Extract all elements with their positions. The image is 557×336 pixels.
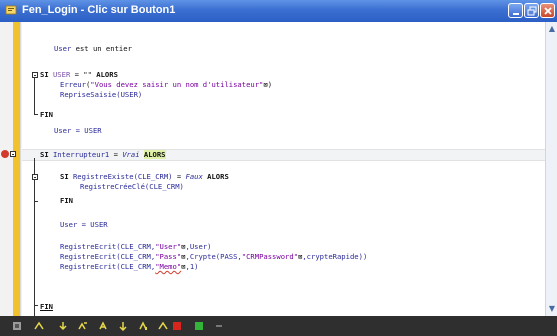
code-line: SI RegistreExiste(CLE_CRM) = Faux ALORS: [60, 172, 229, 181]
gutter-divider: [20, 22, 21, 316]
code-token: User: [54, 44, 72, 53]
run-to-icon[interactable]: [118, 321, 128, 331]
code-token: RegistreEcrit(CLE_CRM,: [60, 242, 156, 251]
code-line: FIN: [40, 110, 53, 119]
step-block-icon[interactable]: [158, 321, 168, 331]
code-string: "Memo": [155, 262, 182, 271]
debug-toolbar: [0, 316, 557, 336]
code-token: FIN: [60, 196, 73, 205]
fold-guide: [34, 78, 35, 114]
code-string: "CRMPassword": [241, 252, 299, 261]
stop-icon[interactable]: [172, 321, 182, 331]
fold-guide: [34, 180, 35, 201]
code-line: SI Interrupteur1 = Vrai ALORS: [40, 150, 166, 159]
scroll-down-icon[interactable]: ▼: [547, 304, 557, 314]
code-line: RepriseSaisie(USER): [60, 90, 142, 99]
minimize-icon: [513, 13, 519, 15]
code-token: SI: [40, 70, 53, 79]
title-bar: Fen_Login - Clic sur Bouton1: [0, 0, 557, 22]
code-token: User = USER: [54, 126, 102, 135]
code-token: User = USER: [60, 220, 108, 229]
code-token: RegistreEcrit(CLE_CRM,: [60, 252, 156, 261]
code-token: ,crypteRapide)): [302, 252, 368, 261]
code-line: Erreur("Vous devez saisir un nom d'utili…: [60, 80, 273, 89]
close-icon: [544, 7, 552, 15]
code-token: ALORS: [202, 172, 229, 181]
editor-gutter: [0, 22, 22, 316]
code-token: est un entier: [71, 44, 132, 53]
code-string: "User": [155, 242, 182, 251]
code-line: User = USER: [60, 220, 108, 229]
code-token: ): [267, 80, 273, 89]
window-title: Fen_Login - Clic sur Bouton1: [22, 4, 176, 16]
code-token: ALORS: [143, 150, 166, 159]
step-out-icon[interactable]: [98, 321, 108, 331]
step-into-icon[interactable]: [58, 321, 68, 331]
code-token: ,User): [185, 242, 212, 251]
code-line: RegistreEcrit(CLE_CRM,"Pass"⊠,Crypte(PAS…: [60, 252, 368, 261]
more-icon[interactable]: [214, 321, 224, 331]
code-area[interactable]: User est un entier SI USER = "" ALORS Er…: [0, 22, 545, 328]
code-token: FIN: [40, 302, 53, 311]
code-token: Erreur: [60, 80, 86, 89]
code-string: "Pass": [155, 252, 182, 261]
code-token: SI: [60, 172, 73, 181]
code-token: ,Crypte(PASS,: [185, 252, 242, 261]
code-token: = "": [70, 70, 97, 79]
code-token: Faux: [185, 172, 203, 181]
fold-end: [34, 201, 38, 202]
code-token: Interrupteur1: [52, 150, 110, 159]
continue-icon[interactable]: [138, 321, 148, 331]
code-token: RepriseSaisie(USER): [60, 90, 143, 99]
code-string: "Vous devez saisir un nom d'utilisateur": [90, 80, 264, 89]
code-line: SI USER = "" ALORS: [40, 70, 118, 79]
code-token: ALORS: [96, 70, 118, 79]
minimize-button[interactable]: [508, 3, 523, 18]
code-token: =: [109, 150, 123, 159]
code-token: SI: [40, 150, 53, 159]
code-token: =: [172, 172, 186, 181]
restore-icon: [527, 6, 537, 16]
code-line: FIN: [60, 196, 73, 205]
code-editor-window: Fen_Login - Clic sur Bouton1 User est un…: [0, 0, 557, 336]
code-token: USER: [52, 70, 71, 79]
code-token: RegistreExiste(CLE_CRM): [72, 172, 173, 181]
code-line: FIN: [40, 302, 53, 311]
fold-toggle-icon[interactable]: [32, 174, 38, 180]
close-button[interactable]: [540, 3, 555, 18]
fold-end: [34, 114, 38, 115]
code-line: RegistreEcrit(CLE_CRM,"Memo"⊠,1): [60, 262, 199, 271]
code-token: RegistreCréeClé(CLE_CRM): [80, 182, 184, 191]
code-token: RegistreEcrit(CLE_CRM,: [60, 262, 156, 271]
code-line: User est un entier: [54, 44, 132, 53]
code-window-icon: [5, 5, 17, 15]
run-icon[interactable]: [12, 321, 22, 331]
modified-lines-strip: [13, 22, 20, 316]
vertical-scrollbar[interactable]: ▲ ▼: [545, 22, 557, 316]
fold-toggle-icon[interactable]: [32, 72, 38, 78]
scroll-up-icon[interactable]: ▲: [547, 24, 557, 34]
code-line: User = USER: [54, 126, 102, 135]
breakpoint-icon[interactable]: [1, 150, 9, 158]
code-line: RegistreCréeClé(CLE_CRM): [80, 182, 184, 191]
code-token: Vrai: [122, 150, 140, 159]
step-over-icon[interactable]: [78, 321, 88, 331]
step-icon[interactable]: [34, 321, 44, 331]
code-line: RegistreEcrit(CLE_CRM,"User"⊠,User): [60, 242, 212, 251]
fold-toggle-icon[interactable]: [10, 151, 16, 157]
code-token: FIN: [40, 110, 53, 119]
fold-end: [34, 305, 38, 306]
restore-button[interactable]: [524, 3, 539, 18]
record-icon[interactable]: [194, 321, 204, 331]
code-token: ,1): [185, 262, 199, 271]
